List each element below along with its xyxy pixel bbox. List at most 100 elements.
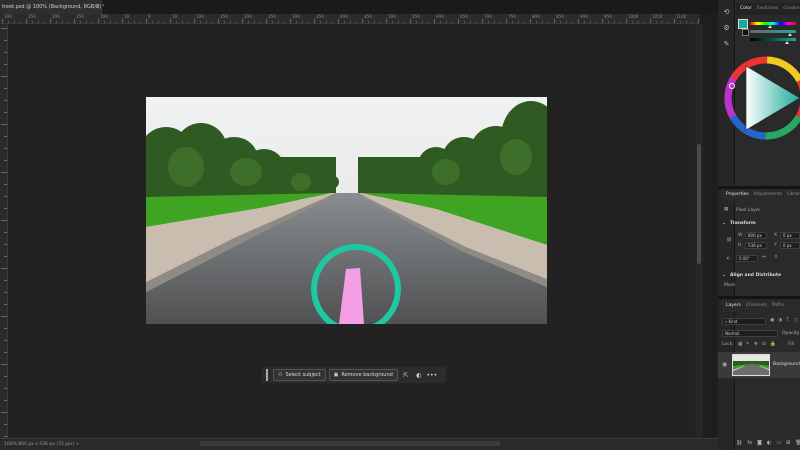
ruler-tick bbox=[1, 364, 7, 365]
ruler-label: 300 bbox=[4, 14, 12, 19]
brightness-slider-knob[interactable] bbox=[785, 41, 789, 44]
link-layers-icon[interactable]: ⛓ bbox=[736, 440, 742, 450]
person-icon: ⚇ bbox=[278, 372, 283, 378]
align-section-title[interactable]: Align and Distribute bbox=[730, 273, 781, 278]
layers-panel-tabs: Layers Channels Paths bbox=[722, 300, 800, 312]
ruler-tick bbox=[4, 184, 7, 185]
tab-adjustments[interactable]: Adjustments bbox=[754, 189, 782, 201]
filter-shape-icon[interactable]: ▢ bbox=[794, 318, 798, 323]
opacity-label: Opacity bbox=[782, 331, 800, 336]
ruler-tick bbox=[4, 280, 7, 281]
ruler-tick bbox=[1, 28, 7, 29]
blend-mode-select[interactable]: Normal bbox=[722, 330, 778, 337]
ruler-label: 1000 bbox=[628, 14, 639, 19]
layer-filter-select[interactable]: ⌕ Kind bbox=[722, 318, 766, 325]
adjustment-layer-icon[interactable]: ◐ bbox=[767, 440, 771, 450]
fx-icon[interactable]: fx bbox=[747, 440, 752, 450]
ruler-tick bbox=[4, 52, 7, 53]
group-icon[interactable]: ▭ bbox=[776, 440, 781, 450]
link-icon[interactable]: ⛓ bbox=[726, 238, 732, 243]
tab-channels[interactable]: Channels bbox=[746, 300, 767, 312]
tab-paths[interactable]: Paths bbox=[772, 300, 784, 312]
height-label: H bbox=[738, 243, 742, 248]
flip-horizontal-icon[interactable]: ⇔ bbox=[762, 255, 766, 260]
ruler-tick bbox=[4, 292, 7, 293]
ruler-label: 200 bbox=[52, 14, 60, 19]
vertical-scrollbar[interactable] bbox=[695, 24, 703, 438]
highlight-overlay bbox=[311, 244, 401, 324]
horizontal-ruler[interactable]: 300 250 200 150 100 50 0 50 100 150 200 250 300 350 40… bbox=[0, 14, 700, 24]
foreground-color-swatch[interactable] bbox=[738, 19, 748, 29]
vertical-ruler[interactable] bbox=[0, 24, 8, 438]
ruler-tick bbox=[1, 172, 7, 173]
ruler-label: 550 bbox=[412, 14, 420, 19]
color-wheel[interactable] bbox=[724, 48, 800, 148]
lock-move-icon[interactable]: ✥ bbox=[754, 342, 758, 347]
new-layer-icon[interactable]: ⊞ bbox=[786, 440, 790, 450]
layer-name: Background bbox=[773, 362, 800, 367]
tab-libraries[interactable]: Librar bbox=[787, 189, 800, 201]
mask-icon[interactable]: ◐ bbox=[414, 370, 424, 380]
chevron-down-icon[interactable]: ⌄ bbox=[722, 273, 726, 278]
ruler-tick bbox=[1, 316, 7, 317]
transform-icon[interactable]: ⇱ bbox=[401, 370, 411, 380]
ruler-label: 0 bbox=[148, 14, 151, 19]
ruler-tick bbox=[4, 376, 7, 377]
background-color-swatch[interactable] bbox=[742, 29, 749, 36]
ruler-label: 800 bbox=[532, 14, 540, 19]
select-subject-label: Select subject bbox=[285, 372, 321, 378]
document-tab-title: treet.psd @ 100% (Background, RGB/8) * bbox=[2, 4, 106, 10]
transform-section-title[interactable]: Transform bbox=[730, 221, 756, 226]
canvas-image[interactable] bbox=[146, 97, 547, 324]
layer-row-background[interactable]: ◉ Background bbox=[718, 352, 800, 378]
hue-slider-knob[interactable] bbox=[768, 25, 772, 28]
brightness-slider[interactable] bbox=[750, 38, 796, 41]
width-field[interactable]: 800 px bbox=[745, 232, 767, 239]
filter-image-icon[interactable]: ▣ bbox=[770, 318, 774, 323]
more-label[interactable]: More bbox=[724, 283, 735, 288]
remove-background-button[interactable]: ▣ Remove background bbox=[328, 369, 398, 381]
y-field[interactable]: 0 px bbox=[780, 242, 800, 249]
tab-gradients[interactable]: Gradients bbox=[783, 3, 800, 15]
tab-swatches[interactable]: Swatches bbox=[757, 3, 779, 15]
eye-icon[interactable]: ◉ bbox=[722, 361, 727, 368]
lock-artboard-icon[interactable]: ⊡ bbox=[762, 342, 766, 347]
lock-label: Lock: bbox=[722, 342, 734, 347]
flip-vertical-icon[interactable]: ⇕ bbox=[774, 255, 778, 260]
document-tab[interactable]: treet.psd @ 100% (Background, RGB/8) * × bbox=[0, 0, 106, 14]
filter-adjust-icon[interactable]: ◑ bbox=[778, 318, 782, 323]
vertical-scroll-thumb[interactable] bbox=[697, 144, 701, 264]
filter-type-icon[interactable]: T bbox=[786, 318, 789, 323]
close-icon[interactable]: × bbox=[95, 0, 100, 14]
tab-strip bbox=[104, 0, 720, 14]
tab-layers[interactable]: Layers bbox=[726, 300, 741, 312]
image-icon: ▣ bbox=[333, 372, 339, 378]
filter-kind-value: Kind bbox=[728, 319, 738, 324]
lock-paint-icon[interactable]: ✎ bbox=[746, 342, 750, 347]
tab-color[interactable]: Color bbox=[740, 3, 752, 15]
hue-slider[interactable] bbox=[750, 22, 796, 25]
ruler-tick bbox=[4, 424, 7, 425]
history-icon[interactable]: ⟲ bbox=[722, 8, 731, 17]
angle-field[interactable]: 0.00° bbox=[736, 255, 758, 262]
adjust-icon[interactable]: ⚙ bbox=[722, 24, 731, 33]
tab-properties[interactable]: Properties bbox=[726, 189, 749, 201]
chevron-down-icon[interactable]: ⌄ bbox=[722, 221, 726, 226]
ruler-label: 850 bbox=[556, 14, 564, 19]
more-options-button[interactable]: ••• bbox=[427, 370, 438, 380]
pixel-layer-icon: ▦ bbox=[724, 207, 729, 212]
right-panels: ⟲ ⚙ ✎ Color Swatches Gradients Pa Proper… bbox=[718, 0, 800, 450]
lock-pixels-icon[interactable]: ▦ bbox=[738, 342, 742, 347]
x-field[interactable]: 0 px bbox=[780, 232, 800, 239]
y-label: Y bbox=[774, 243, 777, 248]
select-subject-button[interactable]: ⚇ Select subject bbox=[273, 369, 326, 381]
trash-icon[interactable]: 🗑 bbox=[795, 440, 800, 450]
ruler-tick bbox=[1, 220, 7, 221]
horizontal-scroll-thumb[interactable] bbox=[200, 441, 500, 446]
taskbar-grip-handle[interactable] bbox=[266, 369, 268, 381]
saturation-slider-knob[interactable] bbox=[788, 33, 792, 36]
height-field[interactable]: 536 px bbox=[745, 242, 767, 249]
contextual-task-bar: ⚇ Select subject ▣ Remove background ⇱ ◐… bbox=[262, 367, 446, 383]
lock-all-icon[interactable]: 🔒 bbox=[770, 342, 776, 347]
add-mask-icon[interactable]: ◙ bbox=[757, 440, 762, 450]
